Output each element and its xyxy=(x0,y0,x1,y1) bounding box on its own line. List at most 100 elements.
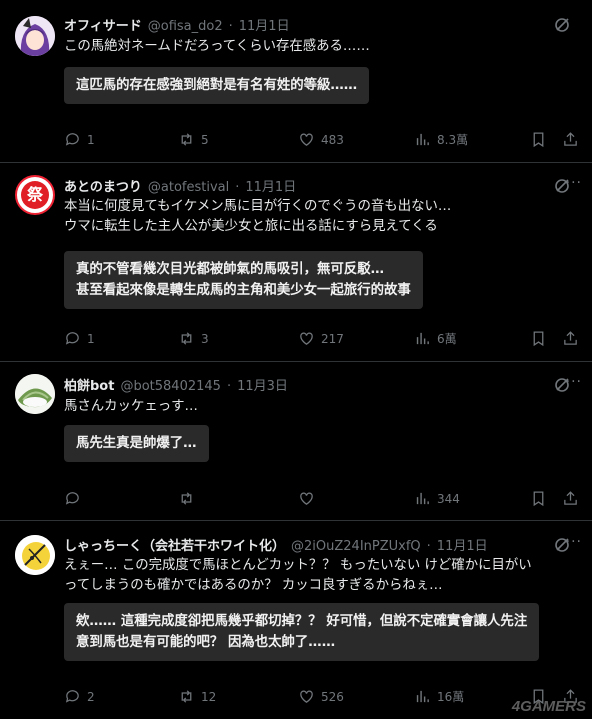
grok-icon[interactable] xyxy=(554,17,570,33)
retweet-count: 12 xyxy=(201,689,217,704)
reply-button[interactable]: 1 xyxy=(64,330,95,347)
translation-box: 真的不管看幾次目光都被帥氣的馬吸引，無可反駁… 甚至看起來像是轉生成馬的主角和美… xyxy=(64,251,423,309)
more-options-icon[interactable]: ··· xyxy=(566,534,582,550)
views-icon xyxy=(416,690,429,703)
retweet-count: 5 xyxy=(201,132,209,147)
translation-box: 馬先生真是帥爆了… xyxy=(64,425,209,462)
tweet-actions: 1 5 483 8.3萬 xyxy=(64,131,584,151)
handle[interactable]: @2iOuZ24InPZUxfQ xyxy=(291,539,421,554)
retweet-button[interactable] xyxy=(178,490,195,507)
reply-button[interactable]: 2 xyxy=(64,688,95,705)
like-button[interactable]: 217 xyxy=(298,330,344,347)
heart-icon xyxy=(300,690,313,703)
dot-separator: · xyxy=(226,379,232,394)
heart-icon xyxy=(300,133,313,146)
retweet-icon xyxy=(181,690,192,703)
tweet-text: 本当に何度見てもイケメン馬に目が行くのでぐうの音も出ない… ウマに転生した主人公… xyxy=(64,199,452,234)
tweet[interactable]: 柏餅bot @bot58402145 · 11月3日 ··· 馬さんカッケェっす… xyxy=(0,362,592,520)
tweet[interactable]: しゃっちーく（会社若干ホワイト化） @2iOuZ24InPZUxfQ · 11月… xyxy=(0,521,592,719)
reply-button[interactable]: 1 xyxy=(64,131,95,148)
timestamp[interactable]: 11月1日 xyxy=(437,535,488,554)
like-button[interactable]: 526 xyxy=(298,688,344,705)
dot-separator: · xyxy=(228,19,233,34)
retweet-icon xyxy=(181,332,192,345)
timestamp[interactable]: 11月1日 xyxy=(239,15,290,34)
timestamp[interactable]: 11月3日 xyxy=(237,375,288,394)
display-name[interactable]: あとのまつり xyxy=(64,176,142,195)
reply-count: 2 xyxy=(87,689,95,704)
avatar-kashiwamochi-icon xyxy=(15,374,55,414)
like-count: 217 xyxy=(321,331,344,346)
reply-icon xyxy=(65,332,79,345)
reply-icon xyxy=(65,690,79,703)
display-name[interactable]: オフィサード xyxy=(64,15,142,34)
tweet-actions: 2 12 526 16萬 xyxy=(64,688,584,708)
watermark: 4GAMERS xyxy=(511,698,586,715)
bookmark-icon[interactable] xyxy=(530,490,547,507)
avatar[interactable] xyxy=(15,535,55,575)
tweet[interactable]: オフィサード @ofisa_do2 · 11月1日 この馬絶対ネームドだろってく… xyxy=(0,0,592,162)
display-name[interactable]: しゃっちーく（会社若干ホワイト化） xyxy=(64,535,285,554)
retweet-button[interactable]: 5 xyxy=(178,131,209,148)
tweet-text: えぇー… この完成度で馬ほとんどカット？？ もったいない けど確かに目がい って… xyxy=(64,558,532,593)
tweet-text: 馬さんカッケェっす… xyxy=(64,399,198,414)
reply-count: 1 xyxy=(87,132,95,147)
views-button[interactable]: 8.3萬 xyxy=(414,131,468,148)
share-icon[interactable] xyxy=(562,490,579,507)
dot-separator: · xyxy=(235,180,240,195)
views-button[interactable]: 16萬 xyxy=(414,688,464,705)
tweet-text: この馬絶対ネームドだろってくらい存在感ある…… xyxy=(64,39,370,54)
tweet-header: しゃっちーく（会社若干ホワイト化） @2iOuZ24InPZUxfQ · 11月… xyxy=(64,535,532,554)
avatar[interactable] xyxy=(15,16,55,56)
views-icon xyxy=(416,332,429,345)
tweet[interactable]: 祭 あとのまつり @atofestival · 11月1日 ··· 本当に何度見… xyxy=(0,163,592,361)
like-button[interactable] xyxy=(298,490,315,507)
avatar[interactable] xyxy=(15,374,55,414)
translation-box: 欸…… 這種完成度卻把馬幾乎都切掉？？ 好可惜，但說不定確實會讓人先注 意到馬也… xyxy=(64,603,540,661)
view-count: 344 xyxy=(437,491,460,506)
more-options-icon[interactable]: ··· xyxy=(566,374,582,390)
retweet-icon xyxy=(181,133,192,146)
tweet-header: 柏餅bot @bot58402145 · 11月3日 xyxy=(64,375,532,394)
handle[interactable]: @ofisa_do2 xyxy=(148,19,223,34)
tweet-actions: 344 xyxy=(64,490,584,510)
like-count: 483 xyxy=(321,132,344,147)
tweet-header: オフィサード @ofisa_do2 · 11月1日 xyxy=(64,15,532,34)
avatar-festival-icon: 祭 xyxy=(21,181,49,209)
reply-icon xyxy=(65,492,79,505)
view-count: 16萬 xyxy=(437,690,465,704)
retweet-button[interactable]: 12 xyxy=(178,688,216,705)
like-count: 526 xyxy=(321,689,344,704)
views-icon xyxy=(416,133,429,146)
retweet-icon xyxy=(181,492,192,505)
view-count: 8.3萬 xyxy=(437,133,469,147)
tweet-header: あとのまつり @atofestival · 11月1日 xyxy=(64,176,532,195)
views-icon xyxy=(416,492,429,505)
avatar-yellow-character-icon xyxy=(15,535,55,575)
more-options-icon[interactable]: ··· xyxy=(566,175,582,191)
reply-icon xyxy=(65,133,79,146)
display-name[interactable]: 柏餅bot xyxy=(64,375,114,394)
views-button[interactable]: 344 xyxy=(414,490,460,507)
bookmark-icon[interactable] xyxy=(530,330,547,347)
reply-count: 1 xyxy=(87,331,95,346)
reply-button[interactable] xyxy=(64,490,81,507)
share-icon[interactable] xyxy=(562,131,579,148)
heart-icon xyxy=(300,332,313,345)
retweet-count: 3 xyxy=(201,331,209,346)
dot-separator: · xyxy=(426,539,431,554)
heart-icon xyxy=(300,492,313,505)
bookmark-icon[interactable] xyxy=(530,131,547,148)
handle[interactable]: @atofestival xyxy=(148,180,229,195)
like-button[interactable]: 483 xyxy=(298,131,344,148)
retweet-button[interactable]: 3 xyxy=(178,330,209,347)
tweet-actions: 1 3 217 6萬 xyxy=(64,330,584,350)
translation-box: 這匹馬的存在感強到絕對是有名有姓的等級…… xyxy=(64,67,370,104)
share-icon[interactable] xyxy=(562,330,579,347)
view-count: 6萬 xyxy=(437,332,457,346)
avatar[interactable]: 祭 xyxy=(15,175,55,215)
views-button[interactable]: 6萬 xyxy=(414,330,457,347)
timestamp[interactable]: 11月1日 xyxy=(245,176,296,195)
handle[interactable]: @bot58402145 xyxy=(120,379,220,394)
avatar-anime-girl-icon xyxy=(15,16,55,56)
